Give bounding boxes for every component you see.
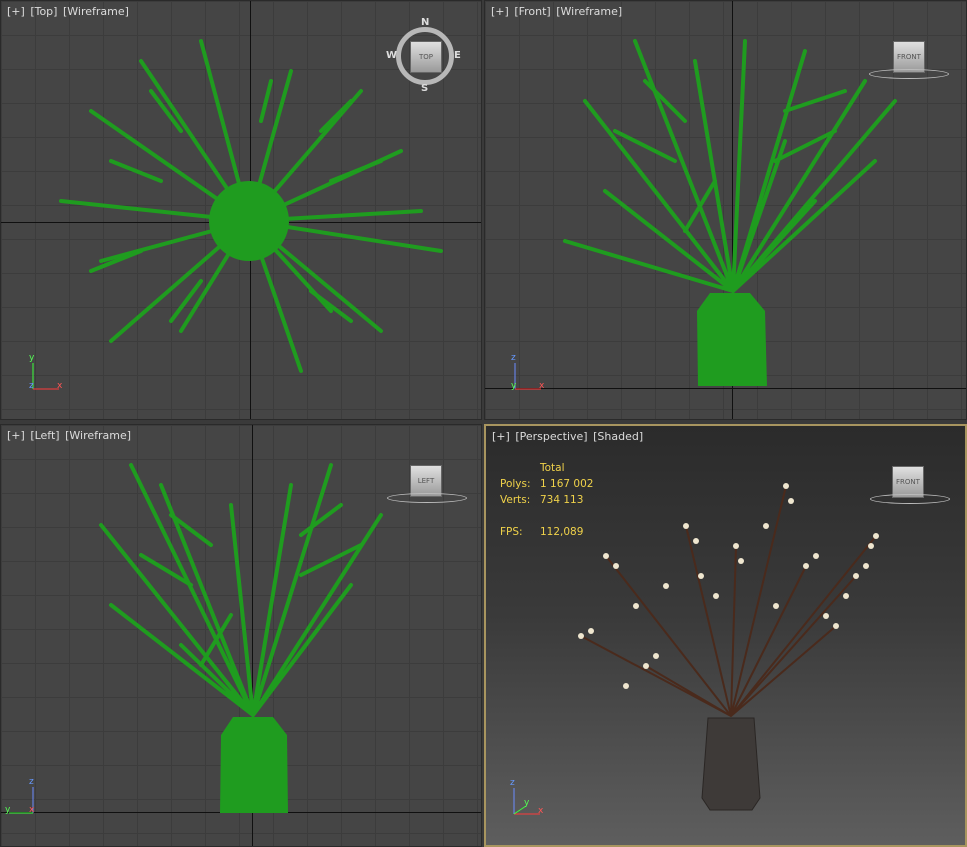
viewport-menu-button[interactable]: [+]: [7, 5, 25, 18]
statistics-overlay: Total Polys: 1 167 002 Verts: 734 113 FPS:…: [500, 460, 593, 540]
shading-mode[interactable]: [Wireframe]: [63, 5, 129, 18]
axis-y-label: y: [524, 798, 530, 808]
axis-x-label: x: [538, 806, 544, 816]
axis-y-label: y: [5, 805, 11, 815]
verts-value: 734 113: [540, 494, 584, 506]
axis-gizmo: z y x: [508, 778, 548, 822]
axis-x-label: x: [29, 805, 35, 815]
stats-header: Total: [540, 462, 565, 474]
compass-west: W: [386, 50, 398, 61]
viewport-front[interactable]: [+] [Front] [Wireframe] FRONT z y x: [484, 0, 967, 420]
viewport-top[interactable]: [+] [Top] [Wireframe] TOP N S W E y z x: [0, 0, 482, 420]
view-name[interactable]: [Left]: [30, 429, 59, 442]
view-name[interactable]: [Top]: [30, 5, 57, 18]
viewport-menu-button[interactable]: [+]: [492, 430, 510, 443]
fps-value: 112,089: [540, 526, 584, 538]
viewcube-compass[interactable]: TOP N S W E: [386, 17, 461, 94]
axis-z-label: z: [29, 381, 34, 391]
viewport-menu-button[interactable]: [+]: [491, 5, 509, 18]
axis-x-label: x: [57, 381, 63, 391]
viewport-label-left[interactable]: [+] [Left] [Wireframe]: [7, 429, 133, 442]
viewport-perspective[interactable]: [+] [Perspective] [Shaded] Total Polys: 1…: [484, 424, 967, 847]
verts-label: Verts:: [500, 494, 531, 506]
fps-label: FPS:: [500, 526, 523, 538]
polys-value: 1 167 002: [540, 478, 594, 490]
shading-mode[interactable]: [Shaded]: [593, 430, 643, 443]
shading-mode[interactable]: [Wireframe]: [556, 5, 622, 18]
axis-y-label: y: [511, 381, 517, 391]
view-name[interactable]: [Front]: [514, 5, 550, 18]
axis-gizmo: y z x: [27, 353, 67, 397]
viewport-label-front[interactable]: [+] [Front] [Wireframe]: [491, 5, 624, 18]
axis-z-label: z: [29, 777, 34, 787]
viewport-left[interactable]: [+] [Left] [Wireframe] LEFT z y x: [0, 424, 482, 847]
viewport-label-perspective[interactable]: [+] [Perspective] [Shaded]: [492, 430, 645, 443]
viewcube-ring[interactable]: [870, 494, 950, 504]
viewcube-top[interactable]: TOP: [410, 41, 442, 73]
axis-y-label: y: [29, 353, 35, 363]
viewcube-ring[interactable]: [869, 69, 949, 79]
axis-x-label: x: [539, 381, 545, 391]
compass-south: S: [421, 83, 429, 94]
polys-label: Polys:: [500, 478, 531, 490]
axis-gizmo: z y x: [509, 353, 549, 397]
viewport-label-top[interactable]: [+] [Top] [Wireframe]: [7, 5, 131, 18]
shading-mode[interactable]: [Wireframe]: [65, 429, 131, 442]
compass-east: E: [454, 50, 461, 61]
viewcube-ring[interactable]: [387, 493, 467, 503]
axis-z-label: z: [511, 353, 516, 363]
view-name[interactable]: [Perspective]: [515, 430, 587, 443]
viewport-menu-button[interactable]: [+]: [7, 429, 25, 442]
axis-gizmo: z y x: [5, 777, 45, 821]
compass-north: N: [421, 17, 430, 28]
axis-z-label: z: [510, 778, 515, 788]
